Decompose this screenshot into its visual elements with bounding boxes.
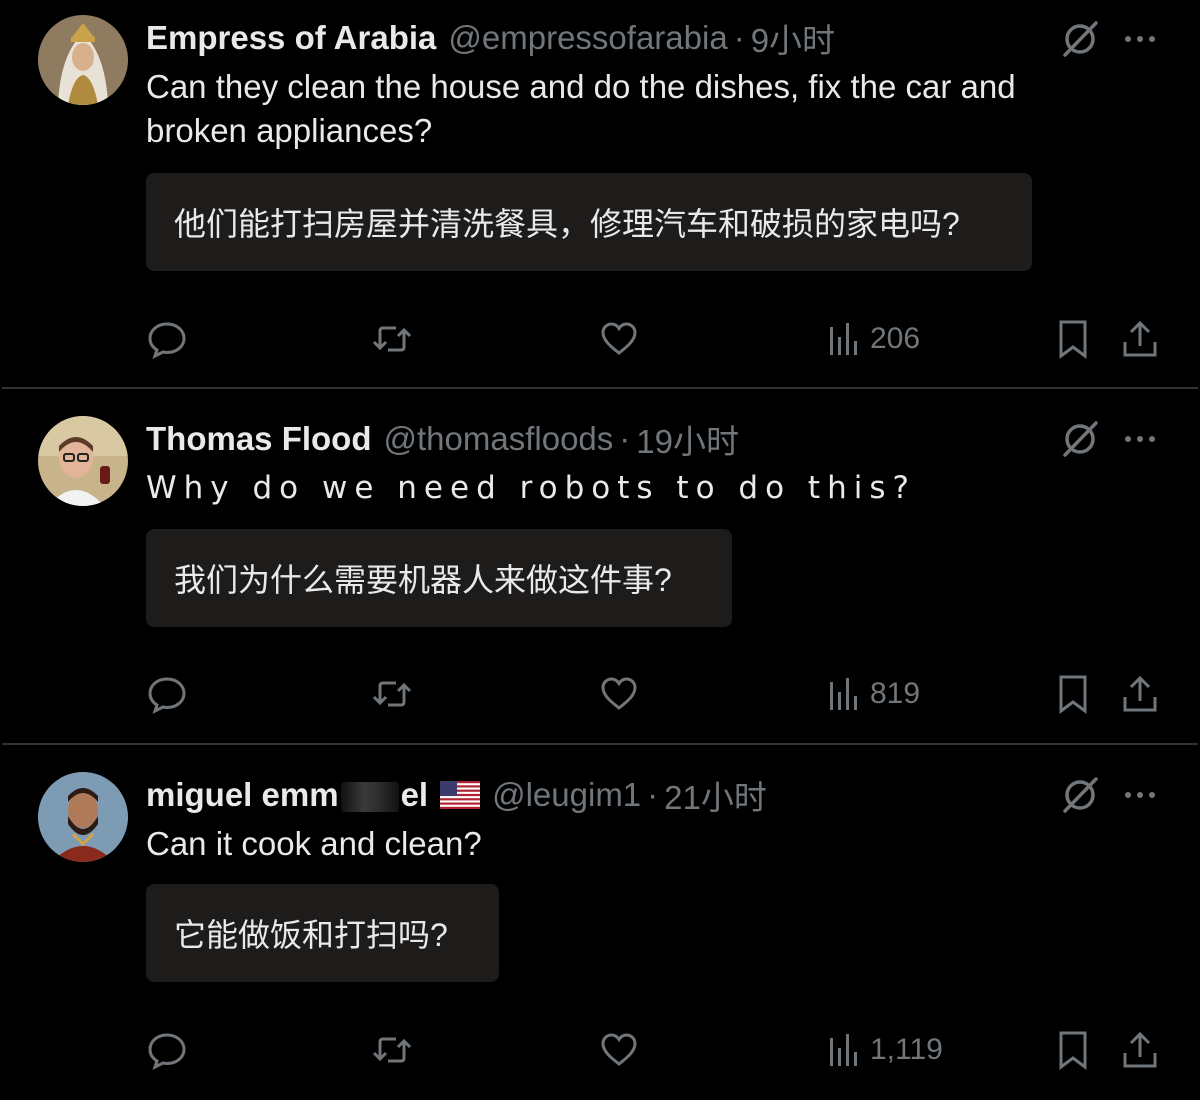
separator: ·: [619, 420, 631, 457]
separator: ·: [647, 776, 659, 813]
timestamp[interactable]: 21小时: [664, 771, 767, 819]
avatar[interactable]: [38, 416, 128, 506]
like-icon: [601, 1033, 637, 1066]
divider: [2, 387, 1198, 389]
views-icon: [830, 1034, 857, 1066]
tweet-text-line: broken appliances?: [146, 112, 433, 149]
display-name-part: el: [400, 776, 429, 813]
like-button[interactable]: [598, 316, 640, 362]
tweet-3[interactable]: miguel emm el @leugim1 · 21小时 Can it coo…: [0, 746, 1200, 1100]
handle[interactable]: @empressofarabia: [448, 19, 727, 57]
reply-button[interactable]: [146, 671, 188, 717]
more-icon[interactable]: [1122, 419, 1158, 459]
us-flag-icon: [440, 781, 481, 809]
translation-text: 我们为什么需要机器人来做这件事?: [174, 562, 672, 598]
action-bar: 819: [0, 671, 1200, 717]
share-icon: [1123, 320, 1157, 357]
share-button[interactable]: [1120, 316, 1160, 362]
tweet-text: Can they clean the house and do the dish…: [146, 65, 1016, 153]
share-icon: [1123, 675, 1157, 712]
tweet-text-line: Can they clean the house and do the dish…: [146, 68, 1016, 105]
like-icon: [601, 322, 637, 355]
timestamp[interactable]: 19小时: [636, 415, 739, 463]
bookmark-button[interactable]: [1055, 1027, 1091, 1073]
reply-icon: [148, 677, 186, 714]
tweet-text: Can it cook and clean?: [146, 822, 482, 866]
like-button[interactable]: [598, 671, 640, 717]
separator: ·: [733, 19, 745, 56]
translation-text: 他们能打扫房屋并清洗餐具，修理汽车和破损的家电吗?: [174, 206, 960, 242]
handle[interactable]: @leugim1: [492, 776, 641, 814]
display-name-part: miguel emm: [146, 776, 339, 813]
avatar[interactable]: [38, 772, 128, 862]
tweet-text-line: Why do we need robots to do this?: [146, 470, 916, 506]
views-button[interactable]: 206: [828, 316, 920, 362]
views-count: 1,119: [870, 1033, 943, 1066]
translation-box: 我们为什么需要机器人来做这件事?: [146, 529, 732, 627]
views-count: 819: [870, 677, 921, 710]
display-name[interactable]: Thomas Flood: [146, 420, 372, 458]
tweet-text-line: Can it cook and clean?: [146, 825, 482, 862]
views-icon: [830, 678, 857, 710]
more-icon[interactable]: [1122, 19, 1158, 59]
tweet-header: miguel emm el @leugim1 · 21小时: [146, 775, 767, 816]
display-name[interactable]: Empress of Arabia: [146, 19, 436, 57]
reply-button[interactable]: [146, 1027, 188, 1073]
divider: [2, 743, 1198, 745]
redaction-blur: [340, 782, 399, 813]
translation-text: 它能做饭和打扫吗?: [174, 917, 448, 953]
reply-icon: [148, 322, 186, 359]
action-bar: 1,119: [0, 1027, 1200, 1073]
avatar[interactable]: [38, 15, 128, 105]
tweet-header: Thomas Flood @thomasfloods · 19小时: [146, 419, 739, 460]
like-icon: [601, 677, 637, 710]
retweet-icon: [372, 1037, 412, 1063]
bookmark-button[interactable]: [1055, 316, 1091, 362]
translation-box: 它能做饭和打扫吗?: [146, 884, 499, 982]
bookmark-button[interactable]: [1055, 671, 1091, 717]
retweet-icon: [372, 681, 412, 707]
action-bar: 206: [0, 316, 1200, 362]
views-button[interactable]: 819: [828, 671, 920, 717]
tweet-2[interactable]: Thomas Flood @thomasfloods · 19小时 Why do…: [0, 390, 1200, 744]
reply-icon: [148, 1033, 186, 1070]
retweet-icon: [372, 326, 412, 352]
share-button[interactable]: [1120, 671, 1160, 717]
tweet-text: Why do we need robots to do this?: [146, 466, 916, 510]
display-name[interactable]: miguel emm el: [146, 776, 428, 814]
grok-icon[interactable]: [1060, 419, 1100, 459]
retweet-button[interactable]: [370, 1027, 414, 1073]
translation-box: 他们能打扫房屋并清洗餐具，修理汽车和破损的家电吗?: [146, 173, 1032, 271]
handle[interactable]: @thomasfloods: [384, 420, 614, 458]
bookmark-icon: [1059, 320, 1087, 359]
more-icon[interactable]: [1122, 775, 1158, 815]
timestamp[interactable]: 9小时: [751, 14, 835, 62]
grok-icon[interactable]: [1060, 775, 1100, 815]
retweet-button[interactable]: [370, 316, 414, 362]
reply-button[interactable]: [146, 316, 188, 362]
tweet-1[interactable]: Empress of Arabia @empressofarabia · 9小时…: [0, 0, 1200, 388]
grok-icon[interactable]: [1060, 19, 1100, 59]
like-button[interactable]: [598, 1027, 640, 1073]
share-button[interactable]: [1120, 1027, 1160, 1073]
share-icon: [1123, 1031, 1157, 1068]
retweet-button[interactable]: [370, 671, 414, 717]
bookmark-icon: [1059, 1031, 1087, 1070]
tweet-header: Empress of Arabia @empressofarabia · 9小时: [146, 18, 835, 59]
views-count: 206: [870, 322, 921, 355]
bookmark-icon: [1059, 675, 1087, 714]
views-icon: [830, 323, 857, 355]
views-button[interactable]: 1,119: [828, 1027, 943, 1073]
